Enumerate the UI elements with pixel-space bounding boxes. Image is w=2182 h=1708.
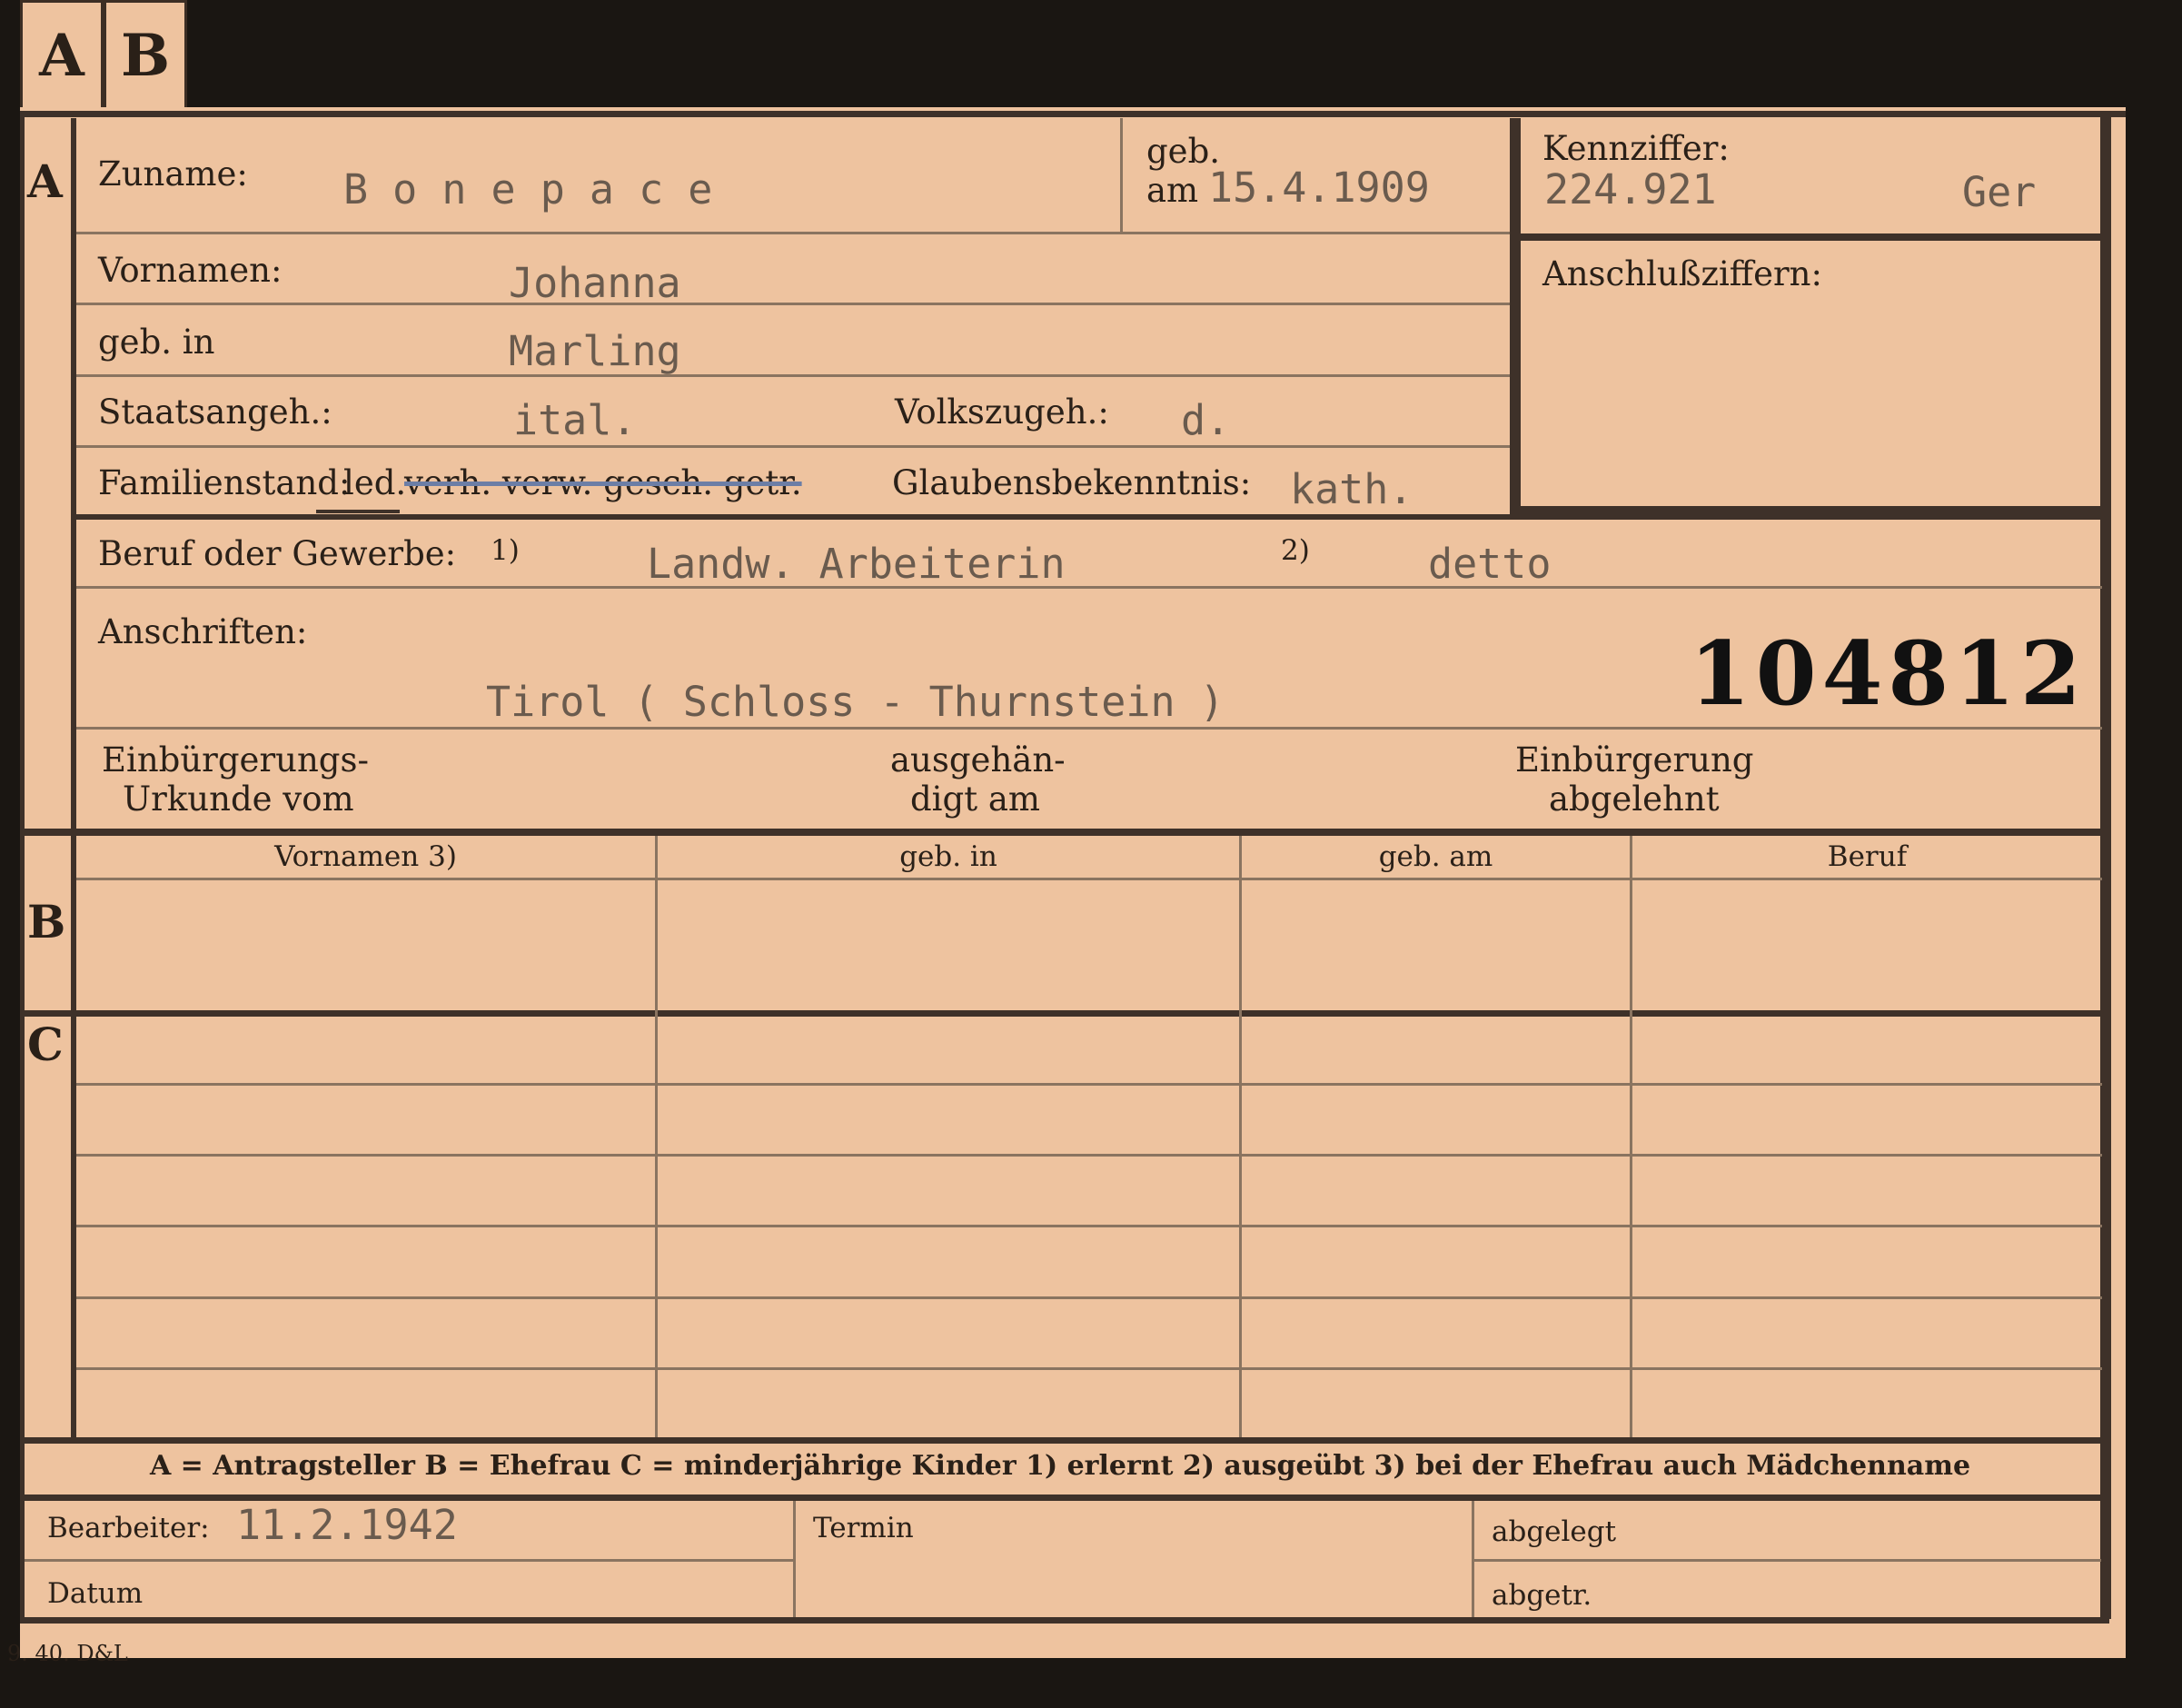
section-a-label: A [27, 154, 63, 208]
anschriften-value: Tirol ( Schloss - Thurnstein ) [486, 678, 1225, 726]
tab-a: A [20, 0, 104, 111]
table-row-divider [76, 1225, 2102, 1227]
zuname-label: Zuname: [98, 154, 248, 194]
beruf-value-2: detto [1428, 540, 1552, 588]
familienstand-selected: led. [343, 463, 407, 502]
row-divider [76, 374, 1512, 377]
ausgehaendigt-label-l2: digt am [910, 780, 1040, 819]
kennziffer-label: Kennziffer: [1542, 129, 1730, 168]
vornamen-value: Johanna [509, 259, 681, 307]
bottom-col-divider [793, 1501, 796, 1617]
geb-am-value: 15.4.1909 [1208, 164, 1430, 212]
tab-b: B [104, 0, 187, 111]
beruf-footnote-2: 2) [1281, 534, 1310, 567]
termin-label: Termin [813, 1512, 914, 1544]
registration-card [20, 107, 2126, 1658]
anschluss-box-bottom [1521, 506, 2102, 517]
familienstand-label: Familienstand: [98, 463, 351, 502]
row-divider [76, 727, 2102, 730]
section-c-bottom-border [20, 1437, 2109, 1444]
einbuergerung-abgelehnt-l2: abgelehnt [1549, 780, 1720, 819]
beruf-value-1: Landw. Arbeiterin [647, 540, 1066, 588]
einbuergerungsurkunde-label-l2: Urkunde vom [123, 780, 354, 819]
table-header-gebam: geb. am [1378, 840, 1493, 873]
legend-bottom-border [20, 1494, 2109, 1501]
kennziffer-box-bottom [1521, 233, 2102, 241]
volkszugehoerigkeit-label: Volkszugeh.: [895, 392, 1109, 432]
card-top-border [20, 111, 2126, 117]
section-c-label: C [27, 1018, 64, 1071]
table-col-divider [655, 836, 658, 1437]
abgelegt-label: abgelegt [1492, 1515, 1617, 1548]
table-header-divider [76, 878, 2102, 880]
card-bottom-border [20, 1617, 2109, 1624]
section-column-divider [71, 118, 76, 1440]
geb-divider [1120, 118, 1123, 232]
einbuergerungsurkunde-label-l1: Einbürgerungs- [102, 740, 369, 780]
table-col-divider [1630, 836, 1632, 1437]
table-header-gebin: geb. in [899, 840, 997, 873]
section-b-label: B [27, 895, 66, 948]
table-col-divider [1239, 836, 1242, 1437]
table-header-beruf: Beruf [1827, 840, 1908, 873]
legend: A = Antragsteller B = Ehefrau C = minder… [149, 1450, 1971, 1482]
abgetr-label: abgetr. [1492, 1579, 1592, 1612]
section-b-top-border [20, 829, 2109, 836]
anschriften-label: Anschriften: [98, 612, 308, 651]
print-code: 9. 40. D&L [7, 1641, 128, 1666]
table-row-divider [76, 1367, 2102, 1370]
familienstand-underline [316, 510, 400, 513]
gebin-value: Marling [509, 327, 681, 375]
zuname-value: B o n e p a c e [343, 165, 713, 214]
geb-am-label: am [1146, 171, 1199, 210]
table-row-divider [76, 1083, 2102, 1086]
table-row-divider [76, 1296, 2102, 1299]
row-divider [76, 303, 1512, 305]
einbuergerung-abgelehnt-l1: Einbürgerung [1515, 740, 1754, 780]
kennziffer-value: 224.921 [1544, 165, 1717, 214]
glaubensbekenntnis-value: kath. [1290, 465, 1413, 513]
table-header-vornamen: Vornamen 3) [274, 840, 457, 873]
ausgehaendigt-label-l1: ausgehän- [890, 740, 1066, 780]
table-row-divider [76, 1154, 2102, 1157]
beruf-label: Beruf oder Gewerbe: [98, 534, 457, 573]
kennziffer-divider [1510, 118, 1521, 518]
card-left-border [20, 111, 25, 1619]
gebin-label: geb. in [98, 323, 215, 362]
bottom-row-divider [1474, 1559, 2101, 1562]
familienstand-struck: verh. verw. gesch. getr. [404, 463, 802, 502]
datum-label: Datum [47, 1577, 144, 1610]
bearbeiter-label: Bearbeiter: [47, 1512, 210, 1544]
anschlussziffern-label: Anschlußziffern: [1542, 254, 1822, 293]
bearbeiter-value: 11.2.1942 [236, 1501, 458, 1549]
section-c-top-border [20, 1010, 2109, 1017]
volkszugehoerigkeit-value: d. [1181, 396, 1231, 444]
bottom-row-divider [25, 1559, 793, 1562]
glaubensbekenntnis-label: Glaubensbekenntnis: [892, 463, 1252, 502]
kennziffer-suffix: Ger [1962, 168, 2037, 216]
row-divider [76, 232, 1512, 234]
row-divider [76, 586, 2102, 589]
row-divider [76, 445, 1512, 448]
staatsangehoerigkeit-label: Staatsangeh.: [98, 392, 332, 432]
vornamen-label: Vornamen: [98, 251, 283, 290]
stamp-number: 104812 [1690, 622, 2087, 725]
beruf-footnote-1: 1) [491, 534, 520, 567]
staatsangehoerigkeit-value: ital. [513, 396, 637, 444]
